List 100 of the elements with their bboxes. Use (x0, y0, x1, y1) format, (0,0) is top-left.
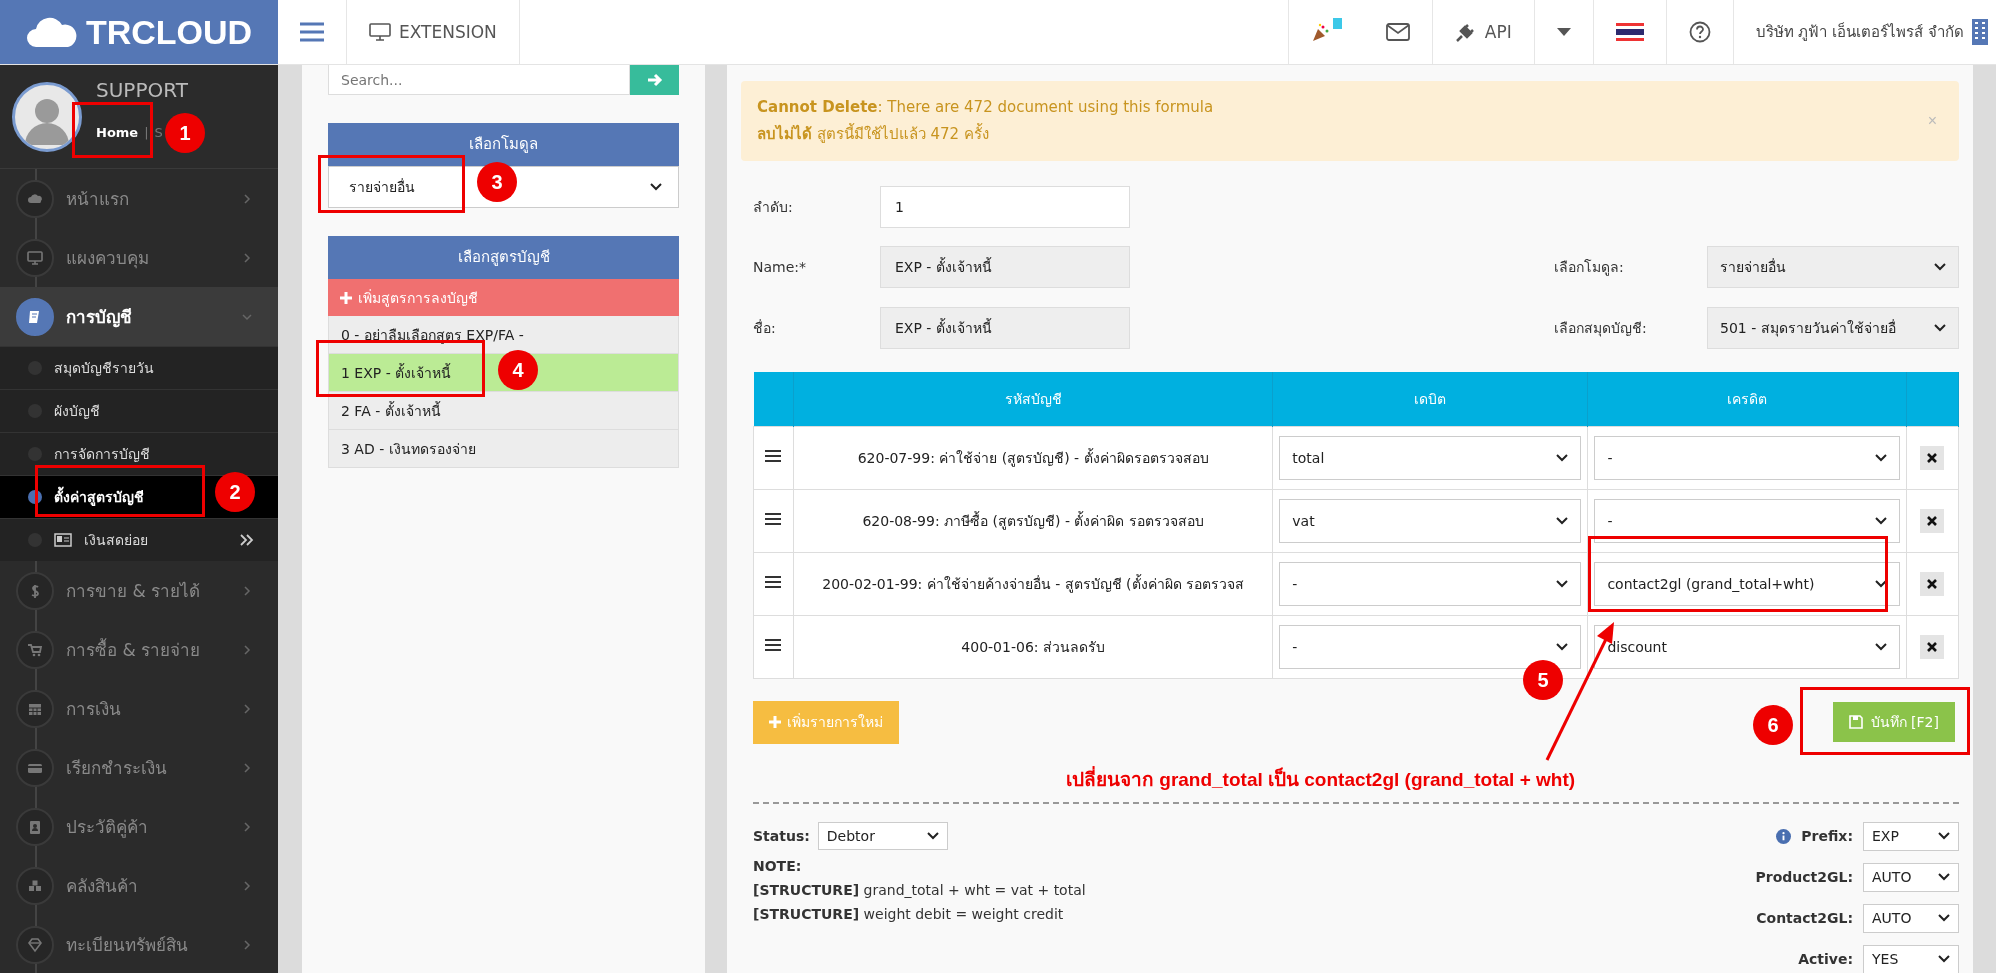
arrow-right-icon (646, 73, 663, 87)
setting-label: Contact2GL: (1756, 910, 1853, 927)
plus-icon (769, 716, 781, 729)
help-icon[interactable] (1688, 21, 1711, 43)
user-name: SUPPORT (96, 79, 188, 101)
column-header: รหัสบัญชี (793, 372, 1273, 427)
drag-handle-icon[interactable] (765, 449, 782, 464)
setting-select[interactable]: EXP (1863, 822, 1959, 851)
drag-handle-icon[interactable] (765, 512, 782, 527)
drag-handle-icon[interactable] (765, 575, 782, 590)
chevron-down-icon (1938, 955, 1950, 964)
setting-label: Prefix: (1801, 828, 1853, 845)
sidebar-item[interactable]: การซื้อ & รายจ่าย (0, 620, 278, 679)
sidebar-item[interactable]: ประวัติคู่ค้า (0, 797, 278, 856)
plug-icon (1454, 21, 1477, 43)
setting-select[interactable]: AUTO (1863, 904, 1959, 933)
chevron-down-icon (1556, 454, 1569, 462)
sidebar-item[interactable]: แผงควบคุม (0, 228, 278, 287)
field-label: ชื่อ: (753, 318, 777, 338)
chevron-down-icon (1934, 323, 1946, 332)
close-icon (1927, 516, 1938, 526)
field-label: เลือกสมุดบัญชี: (1554, 318, 1648, 339)
chevron-down-icon (1874, 454, 1887, 462)
submenu-item[interactable]: การจัดการบัญชี (54, 446, 150, 462)
debit-select[interactable]: - (1279, 562, 1582, 606)
sidebar-item[interactable]: การบัญชี (0, 287, 278, 346)
status-select[interactable]: Debtor (817, 822, 948, 850)
chevron-down-icon (1934, 263, 1946, 272)
panel-title: เลือกสูตรบัญชี (328, 236, 679, 279)
delete-button[interactable] (1920, 446, 1945, 470)
table-cell: 620-07-99: ค่าใช้จ่าย (สูตรบัญชี) - ตั้งค่าผิดรอตรวจสอบ (793, 426, 1273, 490)
setting-select[interactable]: YES (1863, 945, 1959, 973)
status-label: Status: (753, 828, 810, 844)
setting-label: Active: (1798, 951, 1853, 968)
flag-icon[interactable] (1615, 23, 1644, 41)
chevron-down-icon (1556, 643, 1569, 651)
note-text: [STRUCTURE] grand_total + wht = vat + total (753, 882, 1086, 898)
sidebar-item[interactable]: การขาย & รายได้ (0, 561, 278, 620)
api-link[interactable]: API (1432, 0, 1535, 64)
debit-select[interactable]: vat (1279, 499, 1582, 543)
field-label: Name:* (753, 259, 808, 276)
annotation-caption: เปลี่ยนจาก grand_total เป็น contact2gl (grand_total + wht) (1066, 764, 1959, 794)
debit-select[interactable]: - (1279, 625, 1582, 669)
menu-icon[interactable] (300, 22, 324, 42)
delete-button[interactable] (1920, 635, 1945, 659)
submenu-item[interactable]: สมุดบัญชีรายวัน (54, 360, 154, 376)
chevron-down-icon (1938, 914, 1950, 923)
logo-text: TRCLOUD (85, 12, 253, 52)
table-cell: 200-02-01-99: ค่าใช้จ่ายค้างจ่ายอื่น - สูตรบัญชี (ตั้งค่าผิด รอตรวจส (793, 552, 1273, 616)
chevron-down-icon (650, 183, 662, 191)
notification-badge (1332, 17, 1342, 29)
chevron-down-icon (1874, 643, 1887, 651)
search-field[interactable]: Search... (328, 65, 630, 95)
submenu-item[interactable]: ผังบัญชี (54, 403, 100, 419)
separator: | (144, 125, 149, 140)
id-card-icon (54, 533, 72, 547)
sidebar-item[interactable]: หน้าแรก (0, 169, 278, 228)
credit-select[interactable]: discount (1594, 625, 1900, 669)
formula-item[interactable]: 3 AD - เงินทดรองจ่าย (328, 430, 679, 468)
drag-handle-icon[interactable] (765, 638, 782, 653)
sidebar-item[interactable]: การเงิน (0, 679, 278, 738)
caret-down-icon[interactable] (1556, 28, 1571, 36)
close-icon (1927, 642, 1938, 652)
monitor-icon (369, 23, 391, 41)
chevron-down-icon (926, 832, 939, 840)
chevron-down-icon (1938, 873, 1950, 882)
extension-link[interactable]: EXTENSION (347, 0, 520, 64)
menu-item-icon (26, 935, 44, 954)
delete-button[interactable] (1920, 509, 1945, 533)
formula-item[interactable]: 0 - อย่าลืมเลือกสูตร EXP/FA - (328, 316, 679, 354)
column-header: เครดิต (1587, 372, 1907, 427)
logo[interactable]: TRCLOUD (0, 0, 278, 64)
alert-text: ลบไม่ได้ สูตรนี้มีใช้ไปแล้ว 472 ครั้ง (757, 122, 990, 145)
close-icon (1927, 453, 1938, 463)
home-link[interactable]: Home (96, 125, 139, 140)
sidebar-item[interactable]: เรียกชำระเงิน (0, 738, 278, 797)
credit-select[interactable]: - (1594, 436, 1900, 480)
mail-icon[interactable] (1385, 23, 1410, 41)
cloud-icon (25, 16, 78, 48)
company-name[interactable]: บริษัท ภูฟ้า เอ็นเตอร์ไพรส์ จำกัด (1755, 20, 1964, 44)
table-cell: 400-01-06: ส่วนลดรับ (793, 615, 1273, 679)
chevron-down-icon (1556, 517, 1569, 525)
column-header: เดบิต (1272, 372, 1588, 427)
field-label: ลำดับ: (753, 198, 794, 218)
formula-item[interactable]: 2 FA - ตั้งเจ้าหนี้ (328, 392, 679, 430)
delete-button[interactable] (1920, 572, 1945, 596)
chevron-down-icon (1938, 832, 1950, 841)
plus-icon (340, 291, 352, 304)
close-icon (1927, 579, 1938, 589)
submenu-item[interactable]: เงินสดย่อย (84, 532, 148, 548)
sidebar-item[interactable]: คลังสินค้า (0, 856, 278, 915)
order-field[interactable]: 1 (880, 186, 1130, 229)
sidebar-item[interactable]: ทะเบียนทรัพย์สิน (0, 915, 278, 973)
debit-select[interactable]: total (1279, 436, 1582, 480)
credit-select[interactable]: - (1594, 499, 1900, 543)
alert-text: Cannot Delete: There are 472 document using this formula (757, 97, 1215, 118)
credit-select[interactable]: contact2gl (grand_total+wht) (1594, 562, 1900, 606)
table-cell: 620-08-99: ภาษีซื้อ (สูตรบัญชี) - ตั้งค่าผิด รอตรวจสอบ (793, 489, 1273, 553)
panel-title: เลือกโมดูล (328, 123, 679, 166)
setting-select[interactable]: AUTO (1863, 863, 1959, 892)
